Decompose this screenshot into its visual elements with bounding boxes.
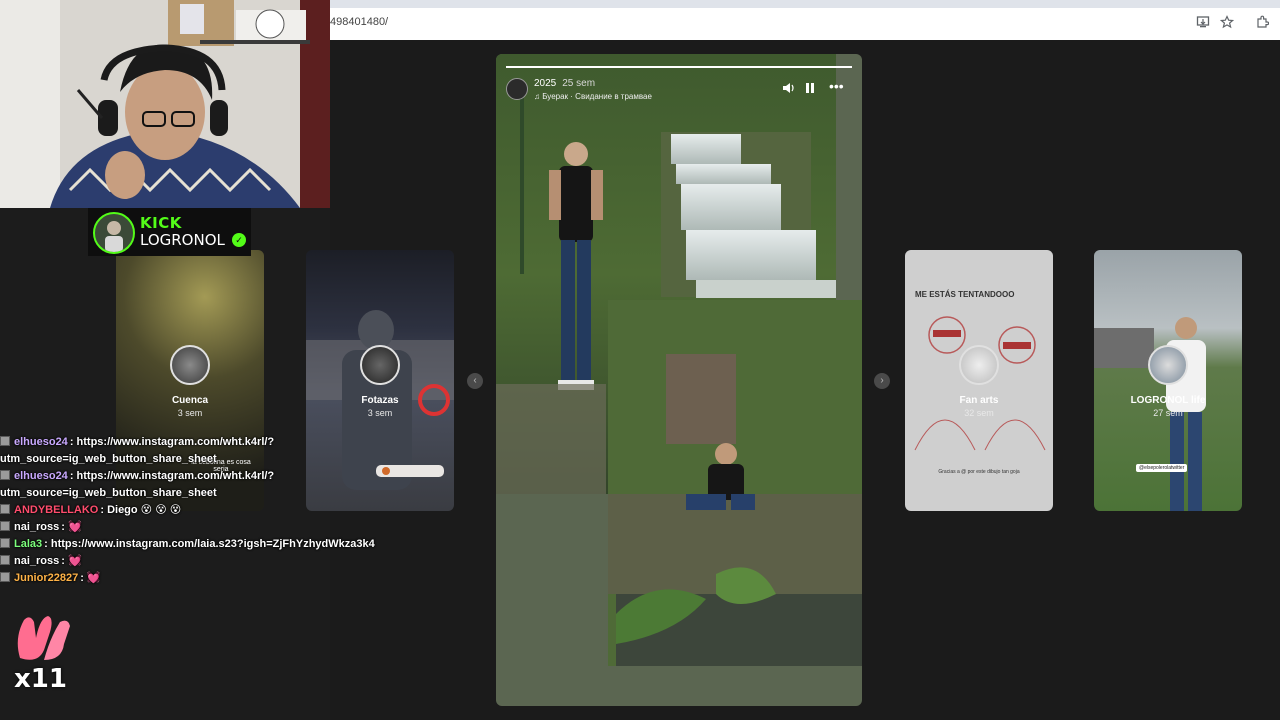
- channel-name: LOGRONOL: [140, 231, 225, 249]
- chat-username[interactable]: nai_ross: [14, 555, 59, 567]
- chat-text: : 💓: [61, 555, 82, 567]
- story-date: 2025 25 sem: [534, 78, 595, 89]
- browser-toolbar: 498401480/: [330, 0, 1280, 40]
- chat-badge-icon: [0, 521, 10, 531]
- install-app-icon[interactable]: [1196, 15, 1210, 29]
- mute-icon[interactable]: [782, 82, 796, 97]
- chat-badge-icon: [0, 436, 10, 446]
- verified-check-icon: ✓: [232, 233, 246, 247]
- chat-badge-icon: [0, 504, 10, 514]
- story-music[interactable]: ♫ Буерак · Свидание в трамвае: [534, 92, 652, 101]
- stories-viewer: Cuenca 3 sem la cebolina es cosa seria F…: [116, 40, 1280, 720]
- chat-username[interactable]: Junior22827: [14, 572, 78, 584]
- chat-message: Junior22827: 💓: [0, 570, 400, 587]
- story-overlay-caption: Gracias a @ por este dibujo tan goja: [938, 469, 1020, 475]
- story-avatar: [360, 345, 400, 385]
- chat-message: elhueso24: https://www.instagram.com/wht…: [0, 468, 400, 485]
- story-photo: [496, 54, 862, 666]
- webcam-feed: [0, 0, 330, 208]
- emote-multiplier: x11: [14, 664, 67, 694]
- story-avatar: [1148, 345, 1188, 385]
- chat-message: nai_ross: 💓: [0, 519, 400, 536]
- chat-text: : https://www.instagram.com/wht.k4rl/?: [69, 436, 275, 448]
- story-card-fan-arts[interactable]: ME ESTÁS TENTANDOOO Fan arts 32 sem Grac…: [905, 250, 1053, 511]
- chat-username[interactable]: nai_ross: [14, 521, 59, 533]
- chat-text: : Diego 😵 😵 😵: [100, 504, 182, 516]
- story-name: Cuenca: [171, 395, 209, 406]
- screen: 498401480/ Cuenca 3 sem la cebolina es c…: [0, 0, 1280, 720]
- chat-badge-icon: [0, 538, 10, 548]
- hands-emote-icon: [17, 616, 70, 660]
- story-ago: 25 sem: [562, 78, 596, 89]
- chat-text: : https://www.instagram.com/laia.s23?igs…: [44, 538, 375, 550]
- next-story-arrow[interactable]: ›: [874, 373, 890, 389]
- extensions-icon[interactable]: [1255, 15, 1270, 29]
- chat-text: : 💓: [61, 521, 82, 533]
- chat-username[interactable]: Lala3: [14, 538, 42, 550]
- webcam-overlay: [0, 0, 330, 208]
- chat-username[interactable]: ANDYBELLAKO: [14, 504, 98, 516]
- kick-channel-badge: KICK LOGRONOL ✓: [88, 208, 251, 256]
- story-time: 3 sem: [177, 408, 203, 418]
- story-overlay-title: ME ESTÁS TENTANDOOO: [915, 290, 1015, 299]
- story-card-logronol-life[interactable]: LOGRONOL life 27 sem @elsepolerolatwitte…: [1094, 250, 1242, 511]
- address-bar[interactable]: 498401480/: [330, 16, 388, 28]
- chat-message: Lala3: https://www.instagram.com/laia.s2…: [0, 536, 400, 553]
- bookmark-star-icon[interactable]: [1219, 15, 1235, 29]
- story-author-avatar[interactable]: [506, 78, 528, 100]
- kick-logo: KICK: [140, 214, 182, 232]
- story-name: Fan arts: [959, 395, 999, 406]
- story-name: LOGRONOL life: [1130, 395, 1206, 406]
- chat-text: : https://www.instagram.com/wht.k4rl/?: [69, 470, 275, 482]
- active-story[interactable]: 2025 25 sem ♫ Буерак · Свидание в трамвае…: [496, 54, 862, 706]
- chat-message-continuation: utm_source=ig_web_button_share_sheet: [0, 487, 217, 499]
- story-time: 32 sem: [964, 408, 994, 418]
- story-avatar: [959, 345, 999, 385]
- pause-icon[interactable]: [804, 82, 816, 97]
- chat-overlay: elhueso24: https://www.instagram.com/wht…: [0, 434, 400, 587]
- chat-badge-icon: [0, 470, 10, 480]
- story-progress-fill: [506, 66, 852, 68]
- story-avatar: [170, 345, 210, 385]
- story-time: 3 sem: [367, 408, 393, 418]
- story-year: 2025: [534, 78, 557, 89]
- browser-tab-strip: [330, 0, 1280, 8]
- chat-message: nai_ross: 💓: [0, 553, 400, 570]
- chat-username[interactable]: elhueso24: [14, 470, 68, 482]
- chat-message: ANDYBELLAKO: Diego 😵 😵 😵: [0, 502, 400, 519]
- story-overlay-tag: @elsepolerolatwitter: [1136, 464, 1188, 472]
- chat-badge-icon: [0, 555, 10, 565]
- story-time: 27 sem: [1153, 408, 1183, 418]
- chat-text: : 💓: [80, 572, 101, 584]
- story-progress-bar: [506, 66, 852, 68]
- previous-story-arrow[interactable]: ‹: [467, 373, 483, 389]
- chat-badge-icon: [0, 572, 10, 582]
- chat-message-continuation: utm_source=ig_web_button_share_sheet: [0, 453, 217, 465]
- channel-avatar: [93, 212, 135, 254]
- chat-username[interactable]: elhueso24: [14, 436, 68, 448]
- story-name: Fotazas: [361, 395, 399, 406]
- chat-message: elhueso24: https://www.instagram.com/wht…: [0, 434, 400, 451]
- more-options-icon[interactable]: •••: [829, 78, 844, 94]
